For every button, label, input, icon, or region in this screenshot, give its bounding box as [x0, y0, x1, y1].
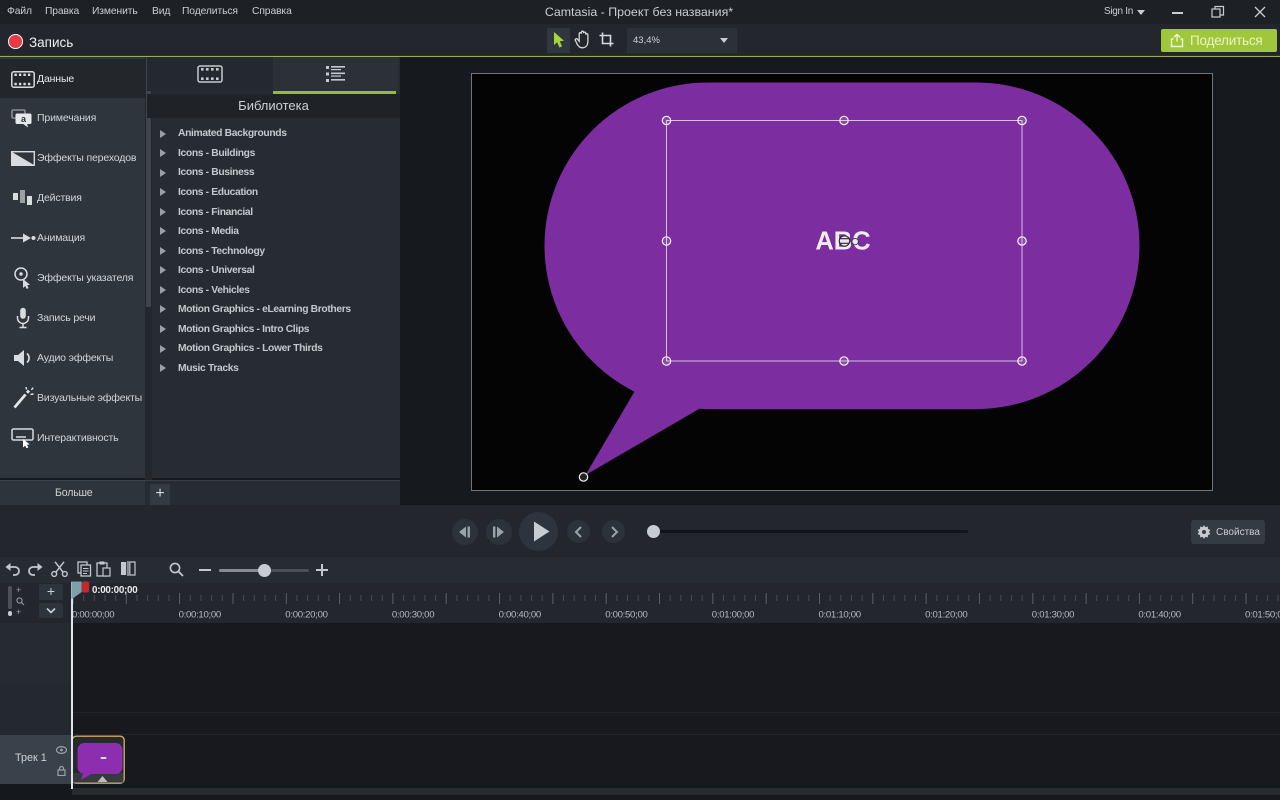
svg-text:0:01:40;00: 0:01:40;00	[1138, 609, 1180, 620]
svg-text:0:00:00;00: 0:00:00;00	[72, 609, 114, 620]
svg-text:0:01:00;00: 0:01:00;00	[712, 609, 754, 620]
svg-text:0:01:30;00: 0:01:30;00	[1032, 609, 1074, 620]
svg-text:0:00:50;00: 0:00:50;00	[605, 609, 647, 620]
svg-text:0:01:10;00: 0:01:10;00	[819, 609, 861, 620]
svg-text:0:00:30;00: 0:00:30;00	[392, 609, 434, 620]
svg-text:0:00:10;00: 0:00:10;00	[179, 609, 221, 620]
svg-text:0:00:40;00: 0:00:40;00	[499, 609, 541, 620]
svg-text:0:01:20;00: 0:01:20;00	[925, 609, 967, 620]
svg-text:0:00:20;00: 0:00:20;00	[285, 609, 327, 620]
svg-text:0:01:50;00: 0:01:50;00	[1245, 609, 1280, 620]
